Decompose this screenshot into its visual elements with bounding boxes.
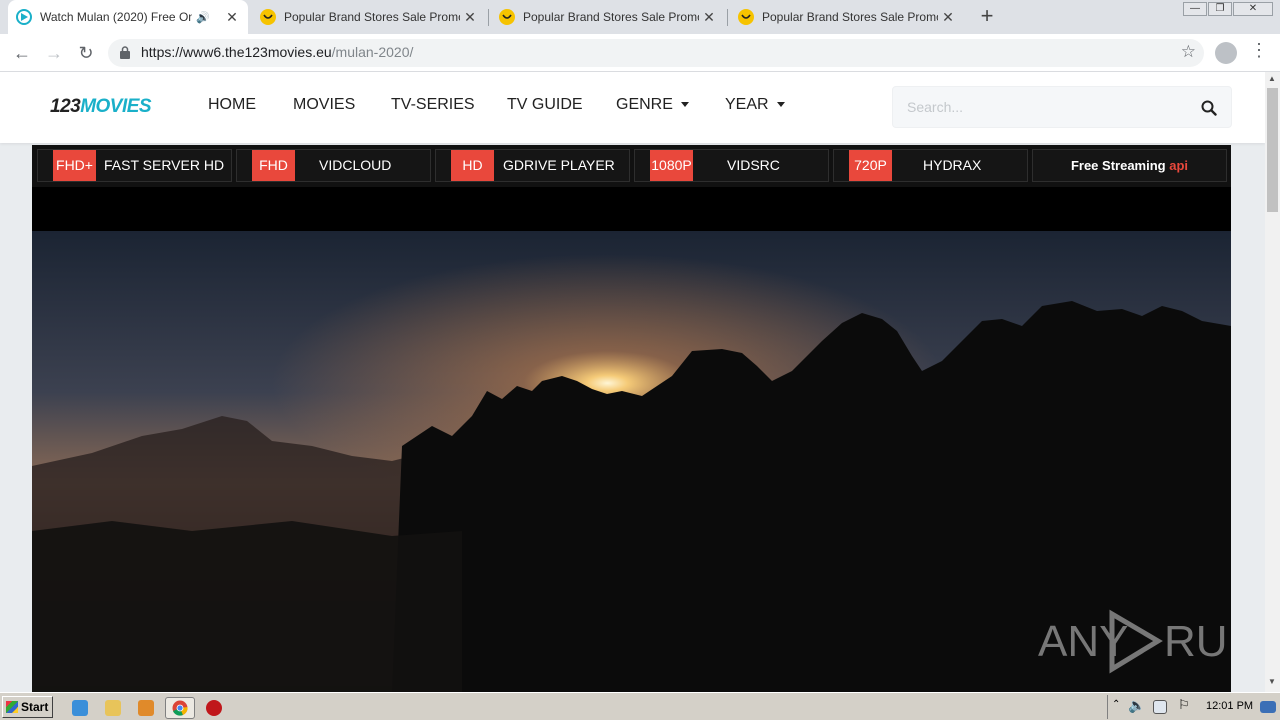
nav-genre-label: GENRE <box>616 96 673 113</box>
page-viewport: 123MOVIES HOME MOVIES TV-SERIES TV GUIDE… <box>0 72 1265 692</box>
minimize-button[interactable]: — <box>1183 2 1207 16</box>
forward-button[interactable]: → <box>42 41 66 65</box>
search-box <box>892 86 1232 128</box>
back-button[interactable]: ← <box>10 41 34 65</box>
quality-badge: FHD <box>252 150 295 181</box>
server-vidcloud[interactable]: FHD VIDCLOUD <box>236 149 431 182</box>
url-host: https://www6.the123movies.eu <box>141 44 332 60</box>
window-close-button[interactable]: ✕ <box>1233 2 1273 16</box>
site-logo[interactable]: 123MOVIES <box>50 96 152 118</box>
smiley-icon <box>260 9 276 25</box>
volume-icon[interactable]: 🔈 <box>1128 697 1145 714</box>
windows-taskbar: Start ⌃ 🔈 ⚐ 12:01 PM <box>0 692 1280 720</box>
lock-icon <box>120 46 130 59</box>
logo-text-part1: 123 <box>50 96 81 117</box>
browser-toolbar: ← → ↻ https://www6.the123movies.eu/mulan… <box>0 34 1280 72</box>
quality-badge: 1080P <box>650 150 693 181</box>
tray-divider <box>1107 695 1108 719</box>
smiley-icon <box>499 9 515 25</box>
windows-flag-icon <box>6 701 18 713</box>
browser-tabstrip: Watch Mulan (2020) Free Online 🔊 ✕ Popul… <box>0 0 1280 34</box>
scroll-up-arrow-icon[interactable]: ▲ <box>1268 74 1276 83</box>
chrome-taskbar-button[interactable] <box>165 697 195 719</box>
folder-icon[interactable] <box>105 700 121 716</box>
new-tab-button[interactable]: + <box>977 5 997 27</box>
tab-separator <box>727 9 728 26</box>
internet-explorer-icon[interactable] <box>72 700 88 716</box>
watermark-text-left: ANY <box>1038 617 1128 666</box>
close-icon[interactable]: ✕ <box>701 9 717 26</box>
bookmark-star-icon[interactable]: ☆ <box>1181 42 1196 62</box>
caret-down-icon <box>680 102 689 108</box>
server-gdrive-player[interactable]: HD GDRIVE PLAYER <box>435 149 630 182</box>
browser-tab-promo-3[interactable]: Popular Brand Stores Sale Promotions ✕ <box>730 0 964 34</box>
network-icon[interactable] <box>1153 700 1167 714</box>
reload-button[interactable]: ↻ <box>74 41 98 65</box>
site-header: 123MOVIES HOME MOVIES TV-SERIES TV GUIDE… <box>0 72 1265 143</box>
server-name: FAST SERVER HD <box>104 157 225 173</box>
caret-down-icon <box>776 102 785 108</box>
action-center-flag-icon[interactable]: ⚐ <box>1178 697 1190 713</box>
browser-tab-promo-1[interactable]: Popular Brand Stores Sale Promotions ✕ <box>252 0 486 34</box>
smiley-icon <box>738 9 754 25</box>
speaker-icon[interactable]: 🔊 <box>196 11 210 24</box>
tab-title: Watch Mulan (2020) Free Online <box>40 10 192 24</box>
server-name: GDRIVE PLAYER <box>503 157 615 173</box>
nav-year-label: YEAR <box>725 96 769 113</box>
tray-expand-icon[interactable]: ⌃ <box>1112 699 1120 710</box>
quality-badge: FHD+ <box>53 150 96 181</box>
video-player[interactable]: FHD+ FAST SERVER HD FHD VIDCLOUD HD GDRI… <box>32 145 1231 692</box>
scroll-down-arrow-icon[interactable]: ▼ <box>1268 677 1276 686</box>
start-label: Start <box>21 700 49 714</box>
server-name: VIDCLOUD <box>319 157 392 173</box>
api-label: Free Streaming <box>1070 158 1166 173</box>
nav-tv-guide[interactable]: TV GUIDE <box>507 96 583 114</box>
browser-tab-promo-2[interactable]: Popular Brand Stores Sale Promotions ✕ <box>491 0 725 34</box>
tab-title: Popular Brand Stores Sale Promotions <box>762 10 938 24</box>
close-icon[interactable]: ✕ <box>224 9 240 26</box>
quality-badge: 720P <box>849 150 892 181</box>
server-bar: FHD+ FAST SERVER HD FHD VIDCLOUD HD GDRI… <box>32 145 1231 187</box>
tab-separator <box>488 9 489 26</box>
watermark-text-right: RUN <box>1164 617 1231 666</box>
server-name: HYDRAX <box>923 157 982 173</box>
nav-tv-series[interactable]: TV-SERIES <box>391 96 475 114</box>
media-player-icon[interactable] <box>138 700 154 716</box>
logo-text-part2: MOVIES <box>80 96 152 117</box>
search-icon[interactable] <box>1201 100 1217 116</box>
taskbar-clock[interactable]: 12:01 PM <box>1206 700 1253 712</box>
opera-icon[interactable] <box>206 700 222 716</box>
nav-home[interactable]: HOME <box>208 96 256 114</box>
url-text: https://www6.the123movies.eu/mulan-2020/ <box>141 44 413 60</box>
server-name: VIDSRC <box>727 157 780 173</box>
server-fast-server-hd[interactable]: FHD+ FAST SERVER HD <box>37 149 232 182</box>
tab-title: Popular Brand Stores Sale Promotions <box>284 10 460 24</box>
server-hydrax[interactable]: 720P HYDRAX <box>833 149 1028 182</box>
profile-avatar[interactable] <box>1215 42 1237 64</box>
page-scrollbar[interactable]: ▲ ▼ <box>1265 72 1280 692</box>
nav-genre[interactable]: GENRE <box>616 96 689 114</box>
start-button[interactable]: Start <box>2 696 53 718</box>
close-icon[interactable]: ✕ <box>462 9 478 26</box>
tab-title: Popular Brand Stores Sale Promotions <box>523 10 699 24</box>
nav-movies[interactable]: MOVIES <box>293 96 355 114</box>
browser-tab-mulan[interactable]: Watch Mulan (2020) Free Online 🔊 ✕ <box>8 0 248 34</box>
video-frame-sunset-mountains[interactable]: ANY RUN <box>32 231 1231 692</box>
close-icon[interactable]: ✕ <box>940 9 956 26</box>
address-bar[interactable]: https://www6.the123movies.eu/mulan-2020/… <box>108 39 1204 67</box>
quality-badge: HD <box>451 150 494 181</box>
play-circle-icon <box>16 9 32 25</box>
api-highlight: api <box>1169 158 1189 173</box>
free-streaming-api-button[interactable]: Free Streaming api <box>1032 149 1227 182</box>
menu-kebab-icon[interactable]: ⋮ <box>1250 40 1268 61</box>
server-vidsrc[interactable]: 1080P VIDSRC <box>634 149 829 182</box>
maximize-button[interactable]: ❐ <box>1208 2 1232 16</box>
chrome-icon <box>172 700 188 716</box>
nav-year[interactable]: YEAR <box>725 96 785 114</box>
scrollbar-thumb[interactable] <box>1267 88 1278 212</box>
search-input[interactable] <box>907 97 1177 117</box>
url-path: /mulan-2020/ <box>331 44 414 60</box>
show-desktop-icon[interactable] <box>1260 701 1276 713</box>
